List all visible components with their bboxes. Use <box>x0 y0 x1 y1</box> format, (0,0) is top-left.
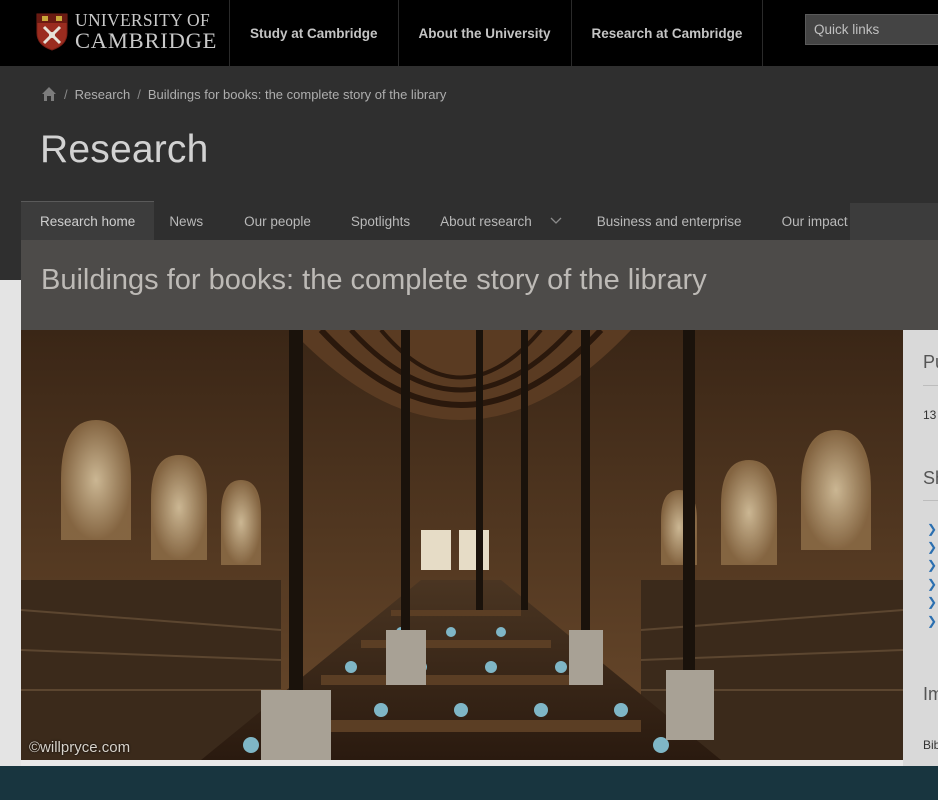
primary-nav: Study at Cambridge About the University … <box>229 0 764 66</box>
nav-research-at-cambridge[interactable]: Research at Cambridge <box>570 0 764 66</box>
published-date: 13 <box>923 408 937 422</box>
crest-icon <box>36 13 68 51</box>
page-background <box>0 280 21 766</box>
divider <box>923 500 938 501</box>
nav-about-the-university[interactable]: About the University <box>397 0 571 66</box>
divider <box>923 385 938 386</box>
chevron-right-icon[interactable]: ❯ <box>927 614 937 628</box>
university-logo[interactable]: UNIVERSITY OF CAMBRIDGE <box>36 9 218 53</box>
page: UNIVERSITY OF CAMBRIDGE Study at Cambrid… <box>0 0 938 800</box>
article-sidebar: Pu 13 Sh ❯ ❯ ❯ ❯ ❯ ❯ Im Bib <box>903 330 938 770</box>
subnav-about-research[interactable]: About research <box>425 202 577 240</box>
breadcrumb: / Research / Buildings for books: the co… <box>41 86 446 102</box>
library-interior-illustration <box>21 330 903 760</box>
breadcrumb-separator: / <box>137 86 141 102</box>
article-title: Buildings for books: the complete story … <box>41 264 707 296</box>
footer-band <box>0 766 938 800</box>
article-title-band: Buildings for books: the complete story … <box>21 240 938 330</box>
chevron-right-icon[interactable]: ❯ <box>927 522 937 536</box>
sidebar-heading-published: Pu <box>923 352 938 372</box>
logo-wordmark: UNIVERSITY OF CAMBRIDGE <box>75 9 218 53</box>
sidebar-heading-image: Im <box>923 684 938 704</box>
subnav-business-and-enterprise[interactable]: Business and enterprise <box>577 202 762 240</box>
quick-links-dropdown[interactable]: Quick links <box>805 14 938 45</box>
home-icon[interactable] <box>41 86 57 102</box>
subnav-research-home[interactable]: Research home <box>21 201 155 241</box>
breadcrumb-separator: / <box>64 86 68 102</box>
subnav-news[interactable]: News <box>154 202 218 240</box>
breadcrumb-research[interactable]: Research <box>75 87 131 102</box>
subnav-spotlights[interactable]: Spotlights <box>331 202 425 240</box>
section-title: Research <box>40 128 209 171</box>
chevron-right-icon[interactable]: ❯ <box>927 558 937 572</box>
chevron-right-icon[interactable]: ❯ <box>927 595 937 609</box>
chevron-down-icon[interactable] <box>550 214 562 228</box>
chevron-right-icon[interactable]: ❯ <box>927 577 937 591</box>
image-credit: ©willpryce.com <box>29 739 131 756</box>
nav-study-at-cambridge[interactable]: Study at Cambridge <box>229 0 398 66</box>
logo-line-2: CAMBRIDGE <box>75 28 218 53</box>
sidebar-text-fragment: Bib <box>923 738 938 752</box>
logo-line-1: UNIVERSITY OF <box>75 9 210 30</box>
subnav-about-research-label: About research <box>440 213 532 229</box>
chevron-right-icon[interactable]: ❯ <box>927 540 937 554</box>
breadcrumb-current: Buildings for books: the complete story … <box>147 86 447 102</box>
hero-image: ©willpryce.com <box>21 330 903 760</box>
section-nav: Research home News Our people Spotlights… <box>21 201 868 241</box>
site-header: UNIVERSITY OF CAMBRIDGE Study at Cambrid… <box>0 0 938 66</box>
subnav-our-people[interactable]: Our people <box>218 202 331 240</box>
subnav-our-impact[interactable]: Our impact <box>762 202 868 240</box>
sidebar-heading-share: Sh <box>923 468 938 488</box>
